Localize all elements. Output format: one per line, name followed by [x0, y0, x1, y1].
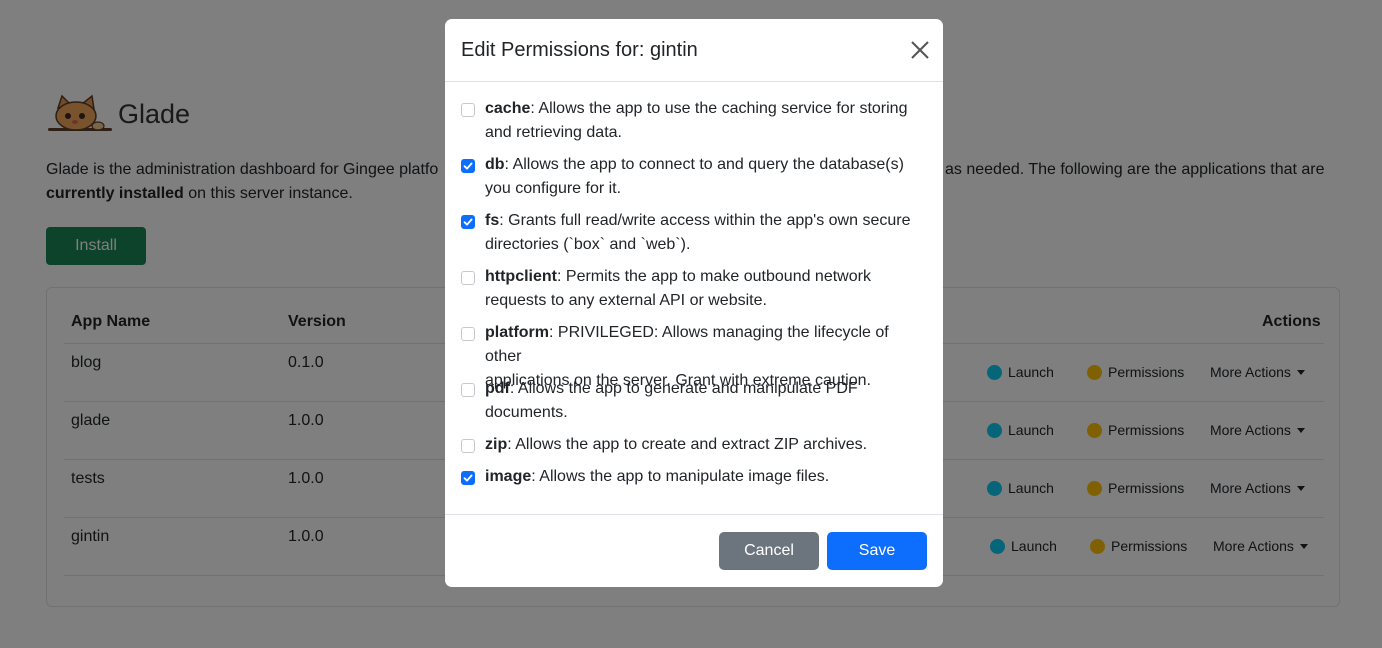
permission-text: pdf: Allows the app to generate and mani…: [485, 380, 858, 421]
modal-header: Edit Permissions for: gintin: [445, 19, 943, 82]
permission-name: db: [485, 156, 505, 173]
permission-desc: Allows the app to use the caching servic…: [538, 100, 908, 117]
permission-pdf: pdf: Allows the app to generate and mani…: [461, 377, 925, 425]
permission-checkbox[interactable]: [461, 327, 475, 341]
permission-desc: Allows the app to manipulate image files…: [539, 468, 830, 485]
permission-text: db: Allows the app to connect to and que…: [485, 156, 904, 197]
permission-desc-2: requests to any external API or website.: [485, 292, 767, 309]
permission-fs: fs: Grants full read/write access within…: [461, 209, 925, 257]
close-icon[interactable]: [909, 39, 931, 61]
permission-checkbox[interactable]: [461, 439, 475, 453]
permission-desc-2: directories (`box` and `web`).: [485, 236, 691, 253]
permission-checkbox[interactable]: [461, 271, 475, 285]
permission-text: image: Allows the app to manipulate imag…: [485, 468, 830, 485]
save-button[interactable]: Save: [827, 532, 927, 570]
permission-name: pdf: [485, 380, 510, 397]
permission-desc-2: documents.: [485, 404, 568, 421]
permission-desc: Allows the app to create and extract ZIP…: [515, 436, 868, 453]
permission-name: zip: [485, 436, 508, 453]
permission-text: fs: Grants full read/write access within…: [485, 212, 911, 253]
permission-text: cache: Allows the app to use the caching…: [485, 100, 908, 141]
edit-permissions-modal: Edit Permissions for: gintin cache: Allo…: [445, 19, 943, 587]
permission-cache: cache: Allows the app to use the caching…: [461, 97, 925, 145]
modal-footer: Cancel Save: [445, 514, 943, 587]
permission-name: image: [485, 468, 532, 485]
permission-desc: Grants full read/write access within the…: [508, 212, 911, 229]
permission-db: db: Allows the app to connect to and que…: [461, 153, 925, 201]
permission-name: httpclient: [485, 268, 557, 285]
cancel-button[interactable]: Cancel: [719, 532, 819, 570]
permission-checkbox[interactable]: [461, 383, 475, 397]
permission-desc: Allows the app to connect to and query t…: [512, 156, 904, 173]
permission-checkbox[interactable]: [461, 103, 475, 117]
permission-checkbox[interactable]: [461, 471, 475, 485]
permission-desc-2: and retrieving data.: [485, 124, 622, 141]
permission-name: cache: [485, 100, 531, 117]
permission-desc: Allows the app to generate and manipulat…: [517, 380, 858, 397]
permission-httpclient: httpclient: Permits the app to make outb…: [461, 265, 925, 313]
permission-image: image: Allows the app to manipulate imag…: [461, 465, 925, 489]
permission-checkbox[interactable]: [461, 159, 475, 173]
permission-text: zip: Allows the app to create and extrac…: [485, 436, 868, 453]
permission-zip: zip: Allows the app to create and extrac…: [461, 433, 925, 457]
permission-text: httpclient: Permits the app to make outb…: [485, 268, 871, 309]
modal-title: Edit Permissions for: gintin: [461, 39, 698, 61]
permission-desc-2: you configure for it.: [485, 180, 622, 197]
permission-checkbox[interactable]: [461, 215, 475, 229]
permission-desc: Permits the app to make outbound network: [565, 268, 871, 285]
permission-name: fs: [485, 212, 500, 229]
permission-name: platform: [485, 324, 549, 341]
